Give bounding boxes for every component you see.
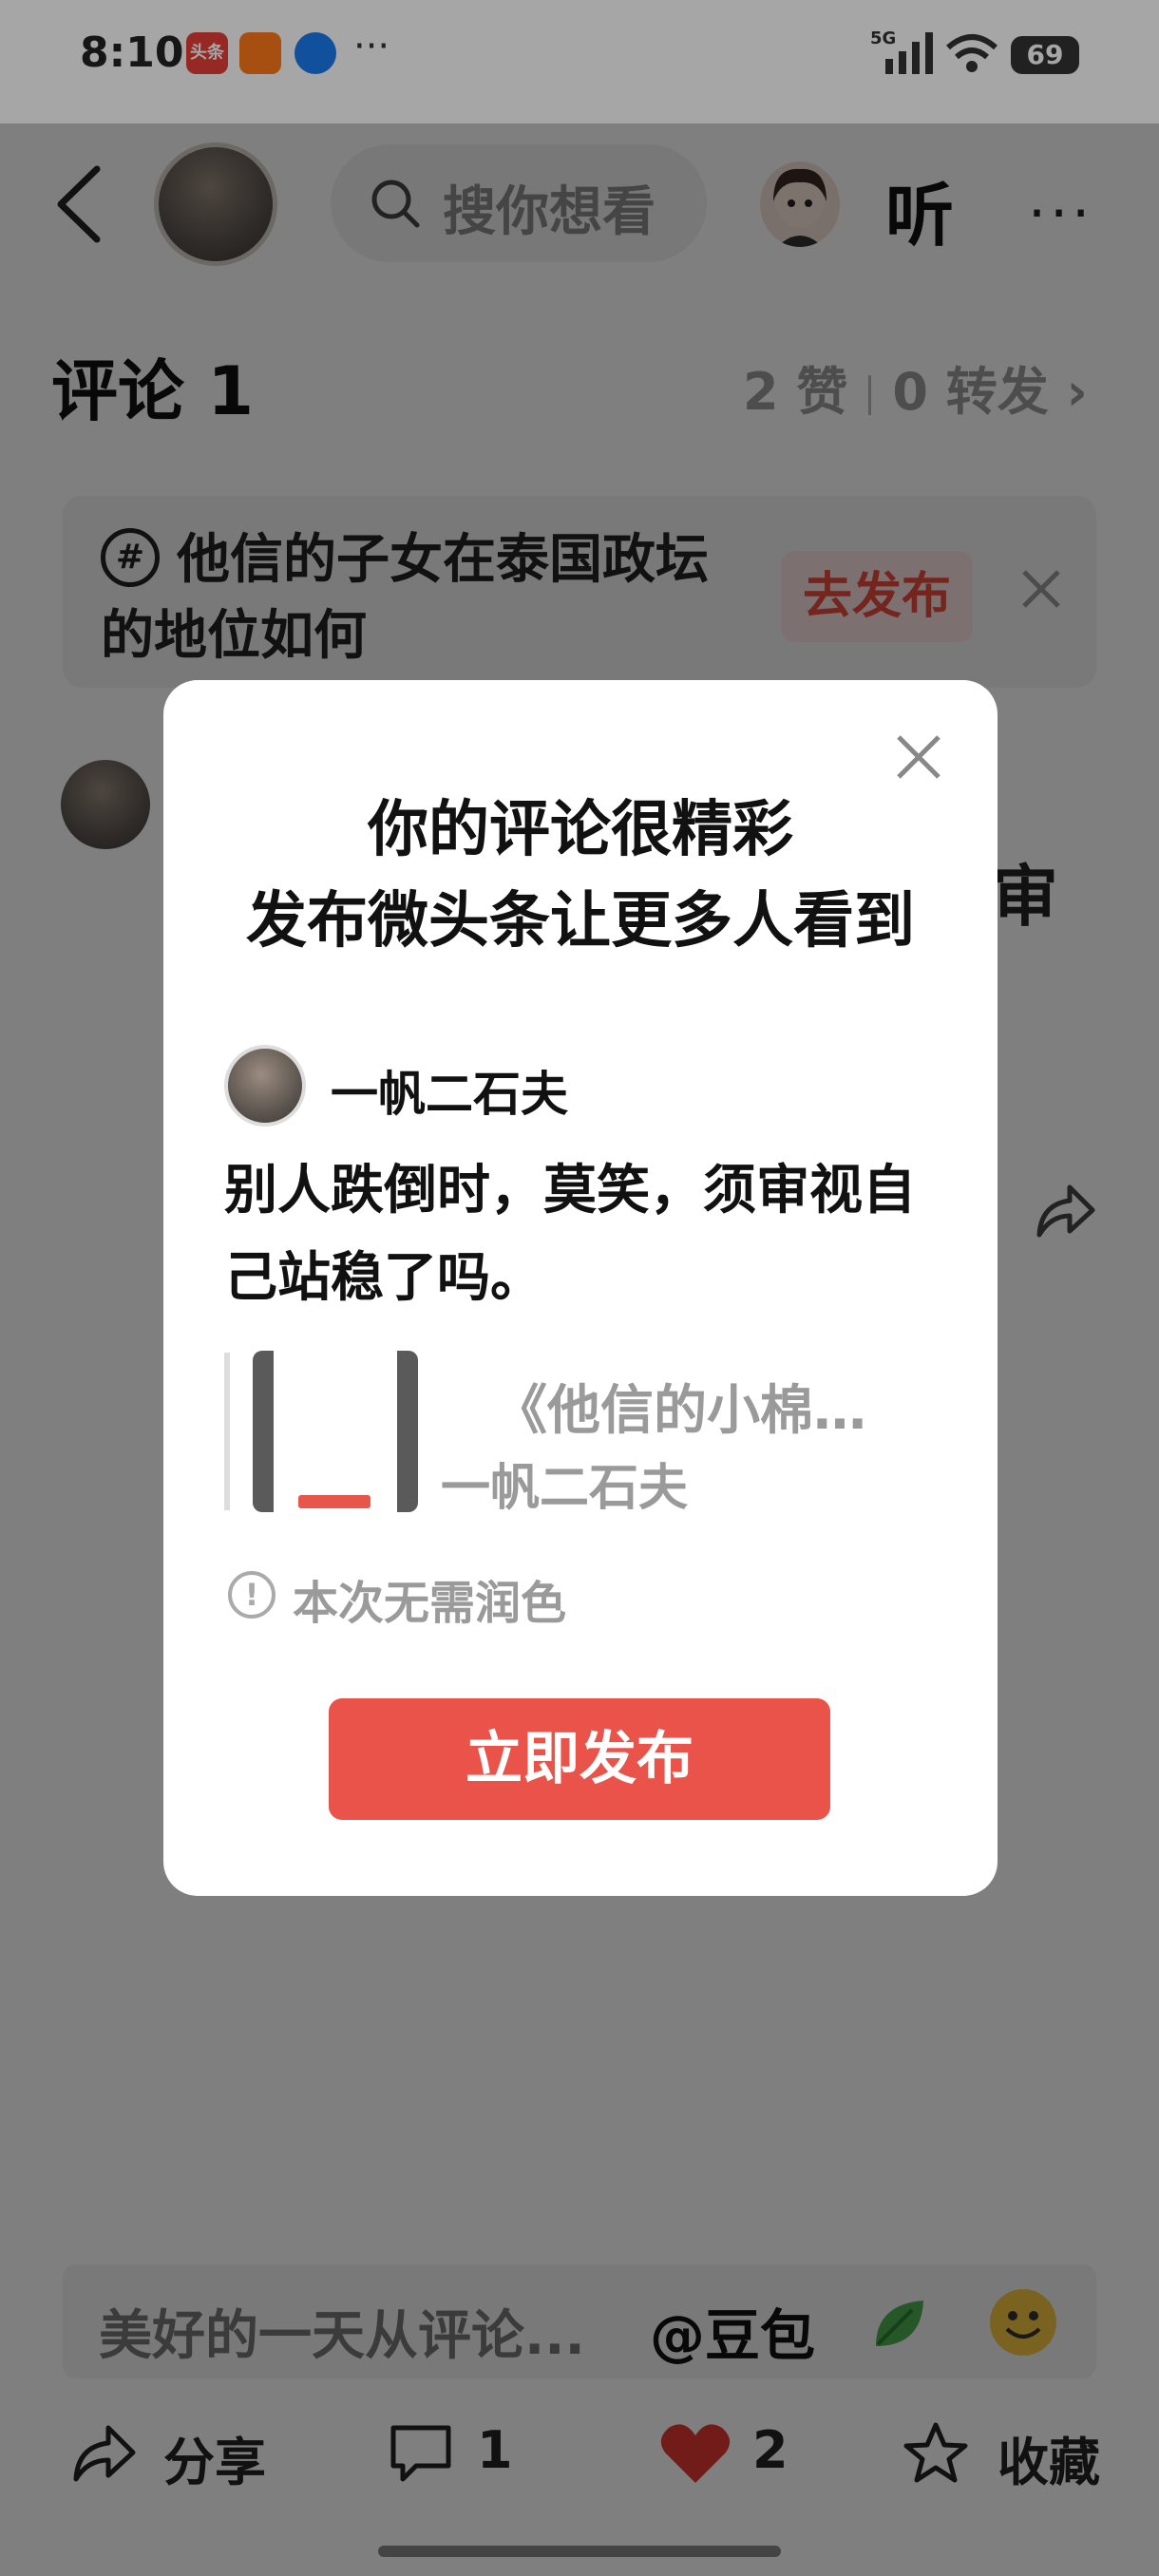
thumbnail-button [298,1495,370,1508]
dialog-title-line2: 发布微头条让更多人看到 [246,886,915,957]
quote-divider [224,1353,230,1510]
thumbnail-screenshot [274,1351,397,1512]
dialog-title-line1: 你的评论很精彩 [368,795,793,865]
close-icon[interactable] [893,731,944,783]
preview-avatar [224,1045,306,1127]
info-icon: ! [228,1571,276,1619]
quote-author: 一帆二石夫 [441,1460,689,1517]
preview-text: 别人跌倒时，莫笑，须审视自己站稳了吗。 [224,1160,916,1309]
polish-note: 本次无需润色 [293,1577,567,1630]
dialog-title: 你的评论很精彩 发布微头条让更多人看到 [163,785,998,967]
status-bar-dim [0,0,1159,123]
publish-now-button[interactable]: 立即发布 [329,1698,830,1820]
quote-thumbnail [253,1351,418,1512]
quote-title: 《他信的小棉… [494,1380,866,1442]
preview-author: 一帆二石夫 [331,1067,568,1122]
